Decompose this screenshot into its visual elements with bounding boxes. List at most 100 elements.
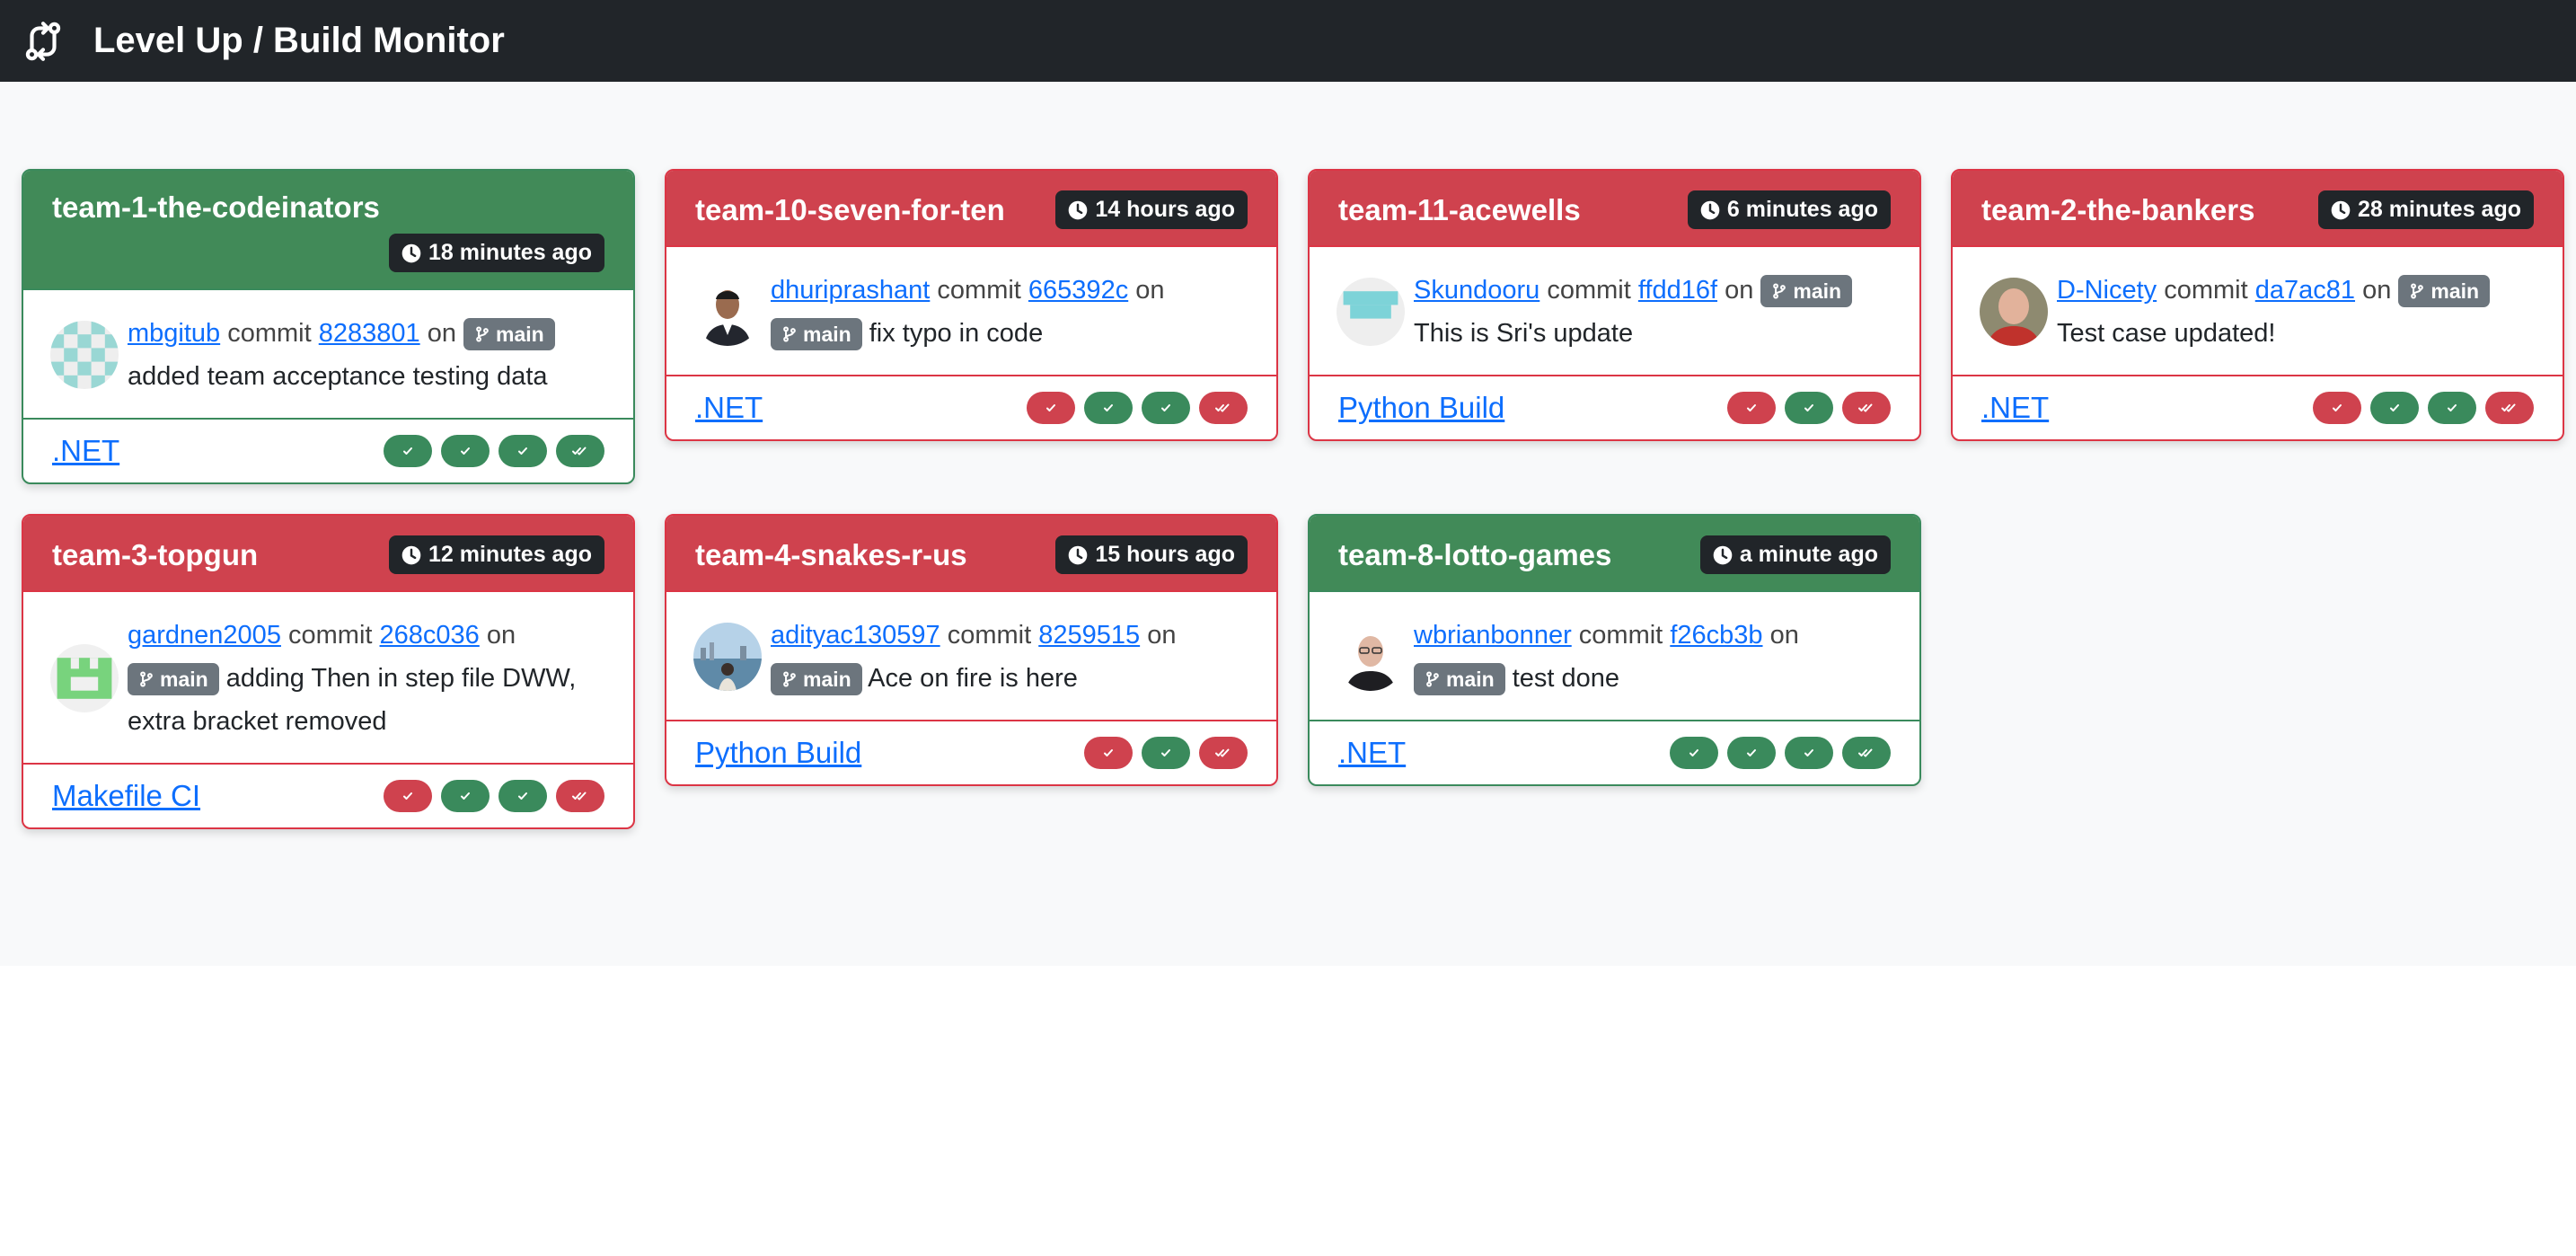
time-ago: 18 minutes ago [428,240,592,265]
team-card: team-1-the-codeinators 18 minutes ago mbgi… [22,169,635,484]
run-failure-badge[interactable] [1084,737,1133,769]
workflow-link[interactable]: Makefile CI [52,779,200,813]
check-icon [1744,401,1759,415]
run-failure-badge[interactable] [1199,392,1248,424]
check-icon [458,789,472,803]
check-icon [1802,401,1816,415]
run-success-badge[interactable] [498,435,547,467]
commit-sha-link[interactable]: 8259515 [1038,621,1140,650]
check-all-icon [2501,401,2519,415]
commit-message: test done [1512,664,1620,693]
run-failure-badge[interactable] [1199,737,1248,769]
branch-badge: main [771,663,862,696]
avatar[interactable] [50,644,119,712]
run-failure-badge[interactable] [556,780,604,812]
avatar[interactable] [693,623,762,691]
time-ago: 28 minutes ago [2358,197,2521,222]
commit-info: gardnen2005 commit 268c036 on main addin… [23,592,633,763]
run-success-badge[interactable] [1727,737,1776,769]
card-header: team-2-the-bankers 28 minutes ago [1953,171,2563,247]
commit-sha-link[interactable]: da7ac81 [2255,276,2355,305]
avatar[interactable] [1337,278,1405,346]
avatar[interactable] [693,278,762,346]
run-history [1670,737,1891,769]
branch-badge: main [2398,275,2491,308]
run-failure-badge[interactable] [1727,392,1776,424]
app-title[interactable]: Level Up / Build Monitor [93,21,505,61]
user-link[interactable]: gardnen2005 [128,621,281,650]
run-failure-badge[interactable] [2313,392,2361,424]
workflow-link[interactable]: .NET [52,434,119,468]
run-success-badge[interactable] [441,435,490,467]
commit-info: dhuriprashant commit 665392c on main fix… [666,247,1276,375]
card-header: team-3-topgun 12 minutes ago [23,516,633,592]
commit-text: wbrianbonner commit f26cb3b on main test… [1414,614,1892,700]
run-failure-badge[interactable] [2485,392,2534,424]
workflow-link[interactable]: .NET [1981,391,2049,425]
user-link[interactable]: dhuriprashant [771,276,930,305]
workflow-link[interactable]: .NET [1338,736,1406,770]
time-ago: 6 minutes ago [1726,197,1878,222]
branch-name: main [803,668,851,692]
commit-sha-link[interactable]: f26cb3b [1670,621,1762,650]
user-link[interactable]: D-Nicety [2057,276,2157,305]
commit-word: commit [1547,276,1631,305]
check-icon [2330,401,2344,415]
time-badge: 18 minutes ago [389,234,604,272]
check-all-icon [571,444,589,458]
avatar[interactable] [50,321,119,389]
avatar[interactable] [1337,623,1405,691]
commit-text: D-Nicety commit da7ac81 on main Test cas… [2057,269,2536,355]
git-branch-icon [474,325,490,343]
check-icon [1101,401,1116,415]
run-success-badge[interactable] [1142,737,1190,769]
run-success-badge[interactable] [1785,392,1833,424]
run-history [1727,392,1891,424]
card-header: team-4-snakes-r-us 15 hours ago [666,516,1276,592]
run-success-badge[interactable] [1785,737,1833,769]
user-link[interactable]: Skundooru [1414,276,1539,305]
card-header: team-1-the-codeinators 18 minutes ago [23,171,633,290]
run-success-badge[interactable] [441,780,490,812]
run-history [2313,392,2534,424]
team-name: team-10-seven-for-ten [695,192,1005,226]
on-word: on [1725,276,1754,305]
user-link[interactable]: mbgitub [128,319,220,348]
workflow-link[interactable]: Python Build [1338,391,1504,425]
run-success-badge[interactable] [498,780,547,812]
workflow-link[interactable]: Python Build [695,736,861,770]
card-footer: .NET [666,375,1276,439]
team-card: team-4-snakes-r-us 15 hours ago adityac130… [665,514,1278,786]
run-failure-badge[interactable] [1842,392,1891,424]
run-success-badge[interactable] [1084,392,1133,424]
run-success-badge[interactable] [1842,737,1891,769]
commit-sha-link[interactable]: ffdd16f [1638,276,1717,305]
commit-sha-link[interactable]: 268c036 [380,621,480,650]
card-header: team-10-seven-for-ten 14 hours ago [666,171,1276,247]
branch-name: main [160,668,208,692]
run-success-badge[interactable] [556,435,604,467]
check-all-icon [1214,401,1232,415]
clock-icon [1068,545,1088,565]
card-footer: .NET [23,418,633,482]
check-icon [2387,401,2402,415]
avatar[interactable] [1980,278,2048,346]
commit-sha-link[interactable]: 665392c [1028,276,1128,305]
branch-badge: main [1760,275,1853,308]
run-success-badge[interactable] [2428,392,2476,424]
run-success-badge[interactable] [1670,737,1718,769]
user-link[interactable]: wbrianbonner [1414,621,1572,650]
on-word: on [486,621,516,650]
run-success-badge[interactable] [1142,392,1190,424]
run-success-badge[interactable] [2370,392,2419,424]
commit-sha-link[interactable]: 8283801 [319,319,420,348]
user-link[interactable]: adityac130597 [771,621,940,650]
run-success-badge[interactable] [384,435,432,467]
branch-badge: main [128,663,219,696]
run-failure-badge[interactable] [384,780,432,812]
branch-badge: main [1414,663,1505,696]
time-ago: 12 minutes ago [428,542,592,567]
run-failure-badge[interactable] [1027,392,1075,424]
commit-message: Test case updated! [2057,319,2276,348]
workflow-link[interactable]: .NET [695,391,763,425]
